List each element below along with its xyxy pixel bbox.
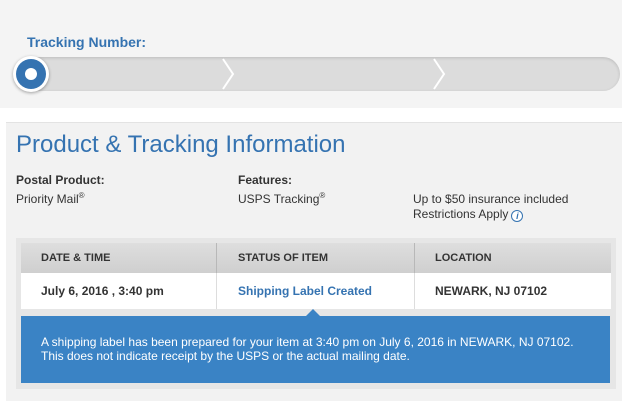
column-header-location: LOCATION xyxy=(435,252,492,264)
cell-date-time: July 6, 2016 , 3:40 pm xyxy=(41,284,164,298)
features-value: USPS Tracking® xyxy=(238,191,326,206)
postal-product-value: Priority Mail® xyxy=(16,191,85,206)
progress-current-step-icon xyxy=(13,56,49,92)
detail-pointer-icon xyxy=(306,309,320,316)
registered-mark: ® xyxy=(319,191,326,200)
info-icon[interactable]: i xyxy=(511,210,524,222)
column-header-status: STATUS OF ITEM xyxy=(238,252,329,264)
table-row: July 6, 2016 , 3:40 pm Shipping Label Cr… xyxy=(21,273,611,309)
page-title: Product & Tracking Information xyxy=(16,131,346,158)
postal-product-heading: Postal Product: xyxy=(16,173,105,187)
progress-step-separator-icon xyxy=(221,57,235,91)
cell-status-link[interactable]: Shipping Label Created xyxy=(238,273,372,309)
tracking-number-label: Tracking Number: xyxy=(27,34,147,50)
table-header: DATE & TIME STATUS OF ITEM LOCATION xyxy=(21,243,611,273)
cell-location: NEWARK, NJ 07102 xyxy=(435,284,548,298)
registered-mark: ® xyxy=(78,191,85,200)
restrictions-link[interactable]: Restrictions Apply i xyxy=(413,207,524,222)
features-heading: Features: xyxy=(238,173,293,187)
insurance-text: Up to $50 insurance included xyxy=(413,192,569,206)
column-header-date-time: DATE & TIME xyxy=(41,252,111,264)
tracking-page: Tracking Number: Product & Tracking Info… xyxy=(0,0,622,401)
status-detail-box: A shipping label has been prepared for y… xyxy=(21,316,610,383)
tracking-progress-bar xyxy=(14,57,620,91)
tracking-header-panel: Tracking Number: xyxy=(0,0,622,108)
progress-step-separator-icon xyxy=(432,57,446,91)
